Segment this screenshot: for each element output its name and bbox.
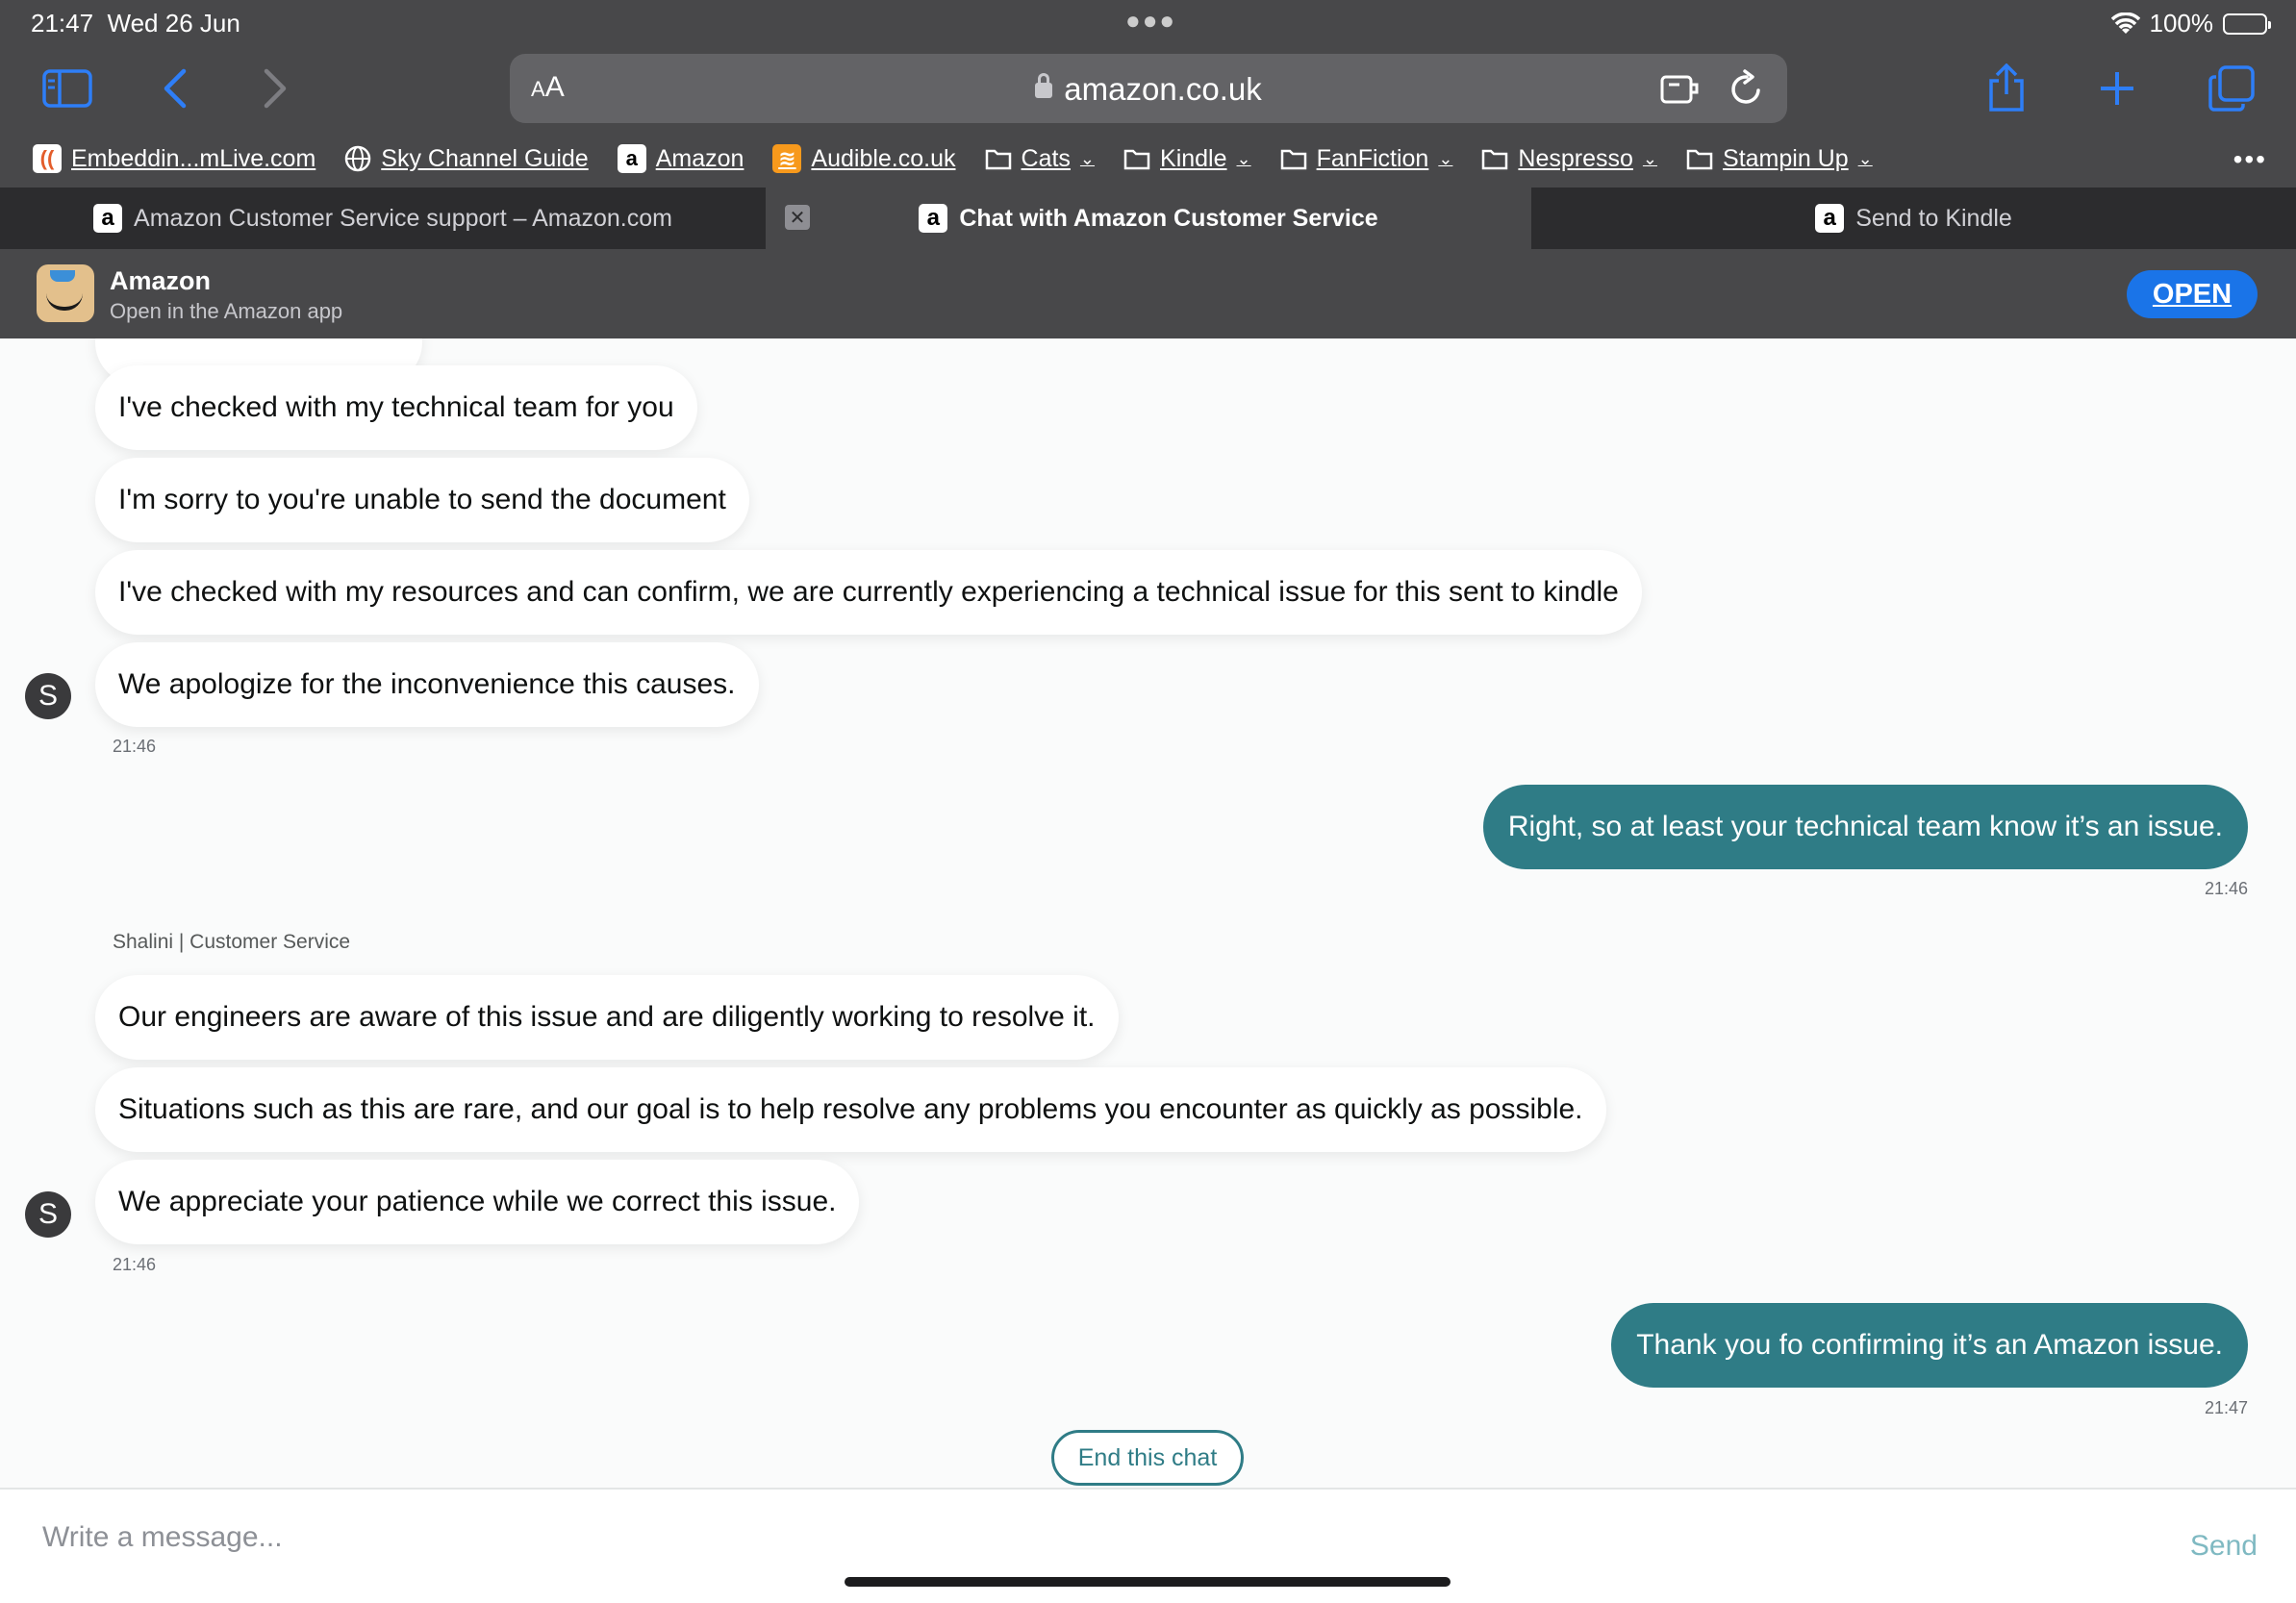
status-bar: 21:47 Wed 26 Jun ●●● 100%: [0, 0, 2296, 44]
reload-icon[interactable]: [1729, 69, 1764, 113]
amazon-favicon: a: [617, 144, 646, 173]
audible-favicon: ≋: [772, 144, 802, 173]
tab-send-to-kindle[interactable]: a Send to Kindle: [1531, 188, 2296, 249]
bookmark-folder-cats[interactable]: Cats ⌄: [985, 145, 1096, 173]
chevron-down-icon: ⌄: [1438, 148, 1453, 168]
bookmark-folder-stampin-up[interactable]: Stampin Up ⌄: [1686, 145, 1873, 173]
safari-toolbar: AA amazon.co.uk: [0, 50, 2296, 127]
end-chat-button[interactable]: End this chat: [1051, 1430, 1244, 1486]
bookmark-folder-nespresso[interactable]: Nespresso ⌄: [1481, 145, 1657, 173]
back-icon[interactable]: [146, 60, 204, 117]
address-bar[interactable]: AA amazon.co.uk: [510, 54, 1787, 123]
favorites-bar: (( Embeddin...mLive.com Sky Channel Guid…: [0, 137, 2296, 181]
message-timestamp: 21:47: [2204, 1398, 2248, 1417]
status-right: 100%: [2110, 9, 2271, 38]
amazon-favicon: a: [919, 204, 948, 233]
bookmark-sky-channel-guide[interactable]: Sky Channel Guide: [344, 145, 589, 173]
tab-overview-icon[interactable]: [2203, 60, 2260, 117]
amazon-favicon: a: [93, 204, 123, 233]
chat-bubble-agent: Our engineers are aware of this issue an…: [95, 975, 1119, 1060]
folder-icon: [1123, 149, 1150, 170]
more-bookmarks-icon[interactable]: •••: [2233, 144, 2267, 175]
tab-amazon-customer-service-support[interactable]: a Amazon Customer Service support – Amaz…: [0, 188, 766, 249]
embedded-favicon: ((: [33, 144, 62, 173]
extension-icon[interactable]: [1660, 71, 1701, 111]
url-display[interactable]: amazon.co.uk: [510, 71, 1787, 108]
app-banner-subtitle: Open in the Amazon app: [110, 299, 343, 323]
amazon-favicon: a: [1815, 204, 1845, 233]
agent-name-label: Shalini | Customer Service: [113, 931, 351, 953]
close-tab-icon[interactable]: ✕: [785, 205, 810, 230]
new-tab-icon[interactable]: [2088, 60, 2146, 117]
chevron-down-icon: ⌄: [1642, 148, 1658, 168]
bookmark-folder-fanfiction[interactable]: FanFiction ⌄: [1280, 145, 1453, 173]
lock-icon: [1035, 73, 1053, 98]
agent-avatar: S: [25, 1191, 71, 1238]
tab-bar: a Amazon Customer Service support – Amaz…: [0, 188, 2296, 249]
status-time: 21:47 Wed 26 Jun: [31, 9, 240, 38]
chevron-down-icon: ⌄: [1236, 148, 1251, 168]
battery-percent: 100%: [2149, 9, 2214, 38]
message-input[interactable]: [42, 1509, 2110, 1566]
bookmark-audible[interactable]: ≋ Audible.co.uk: [772, 144, 956, 173]
wifi-icon: [2110, 12, 2140, 34]
folder-icon: [1482, 149, 1508, 170]
multitasking-dots-icon[interactable]: ●●●: [1125, 6, 1176, 36]
sidebar-toggle-icon[interactable]: [38, 60, 96, 117]
chat-bubble-user: Thank you fo confirming it’s an Amazon i…: [1611, 1303, 2248, 1388]
smart-app-banner: Amazon Open in the Amazon app OPEN: [0, 249, 2296, 338]
folder-icon: [1280, 149, 1306, 170]
chat-bubble-agent: We apologize for the inconvenience this …: [95, 642, 759, 727]
tab-chat-with-amazon[interactable]: ✕ a Chat with Amazon Customer Service: [766, 188, 1531, 249]
message-timestamp: 21:46: [2204, 879, 2248, 898]
bookmark-folder-kindle[interactable]: Kindle ⌄: [1123, 145, 1251, 173]
app-banner-title: Amazon: [110, 266, 212, 295]
folder-icon: [985, 149, 1011, 170]
chat-bubble-agent: I've checked with my technical team for …: [95, 365, 697, 450]
bookmark-amazon[interactable]: a Amazon: [617, 144, 744, 173]
chat-transcript[interactable]: I've checked with my technical team for …: [0, 338, 2296, 1488]
agent-avatar: S: [25, 673, 71, 719]
chat-bubble-agent: We appreciate your patience while we cor…: [95, 1160, 860, 1244]
chat-bubble-agent: I'm sorry to you're unable to send the d…: [95, 458, 749, 542]
globe-icon: [345, 145, 371, 172]
chevron-down-icon: ⌄: [1857, 148, 1873, 168]
home-indicator[interactable]: [845, 1577, 1451, 1587]
chat-bubble-agent: I've checked with my resources and can c…: [95, 550, 1642, 635]
amazon-app-icon: [37, 264, 94, 322]
folder-icon: [1686, 149, 1713, 170]
share-icon[interactable]: [1978, 60, 2035, 117]
browser-chrome: 21:47 Wed 26 Jun ●●● 100% AA amazon.co.u…: [0, 0, 2296, 188]
message-timestamp: 21:46: [113, 737, 157, 756]
chat-bubble-user: Right, so at least your technical team k…: [1482, 785, 2248, 869]
send-button[interactable]: Send: [2190, 1530, 2258, 1563]
battery-icon: [2223, 13, 2271, 35]
open-app-button[interactable]: OPEN: [2127, 270, 2258, 318]
forward-icon[interactable]: [246, 60, 304, 117]
chevron-down-icon: ⌄: [1079, 148, 1096, 168]
message-timestamp: 21:46: [113, 1255, 157, 1274]
bookmark-embedded[interactable]: (( Embeddin...mLive.com: [33, 144, 315, 173]
chat-bubble-agent: Situations such as this are rare, and ou…: [95, 1067, 1606, 1152]
